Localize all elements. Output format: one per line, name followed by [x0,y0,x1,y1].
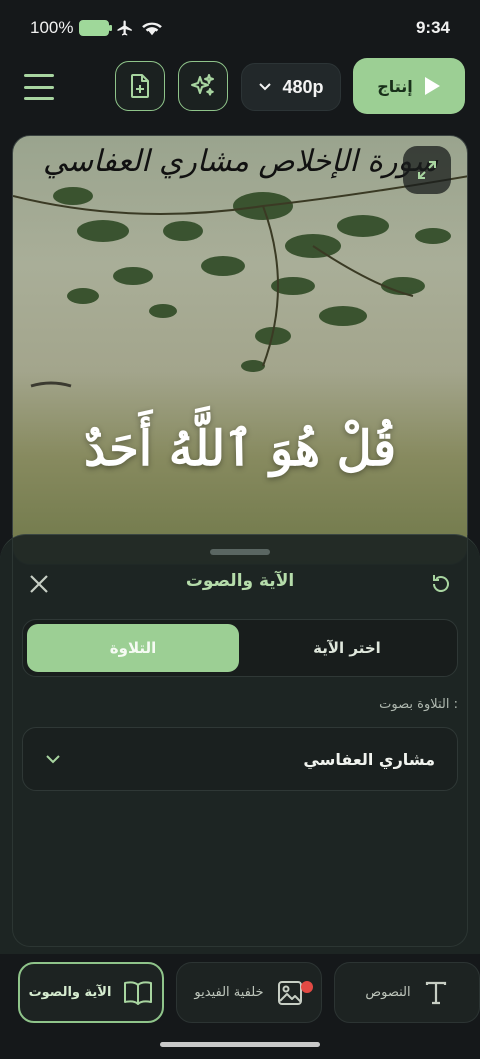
verse-audio-sheet: الآية والصوت التلاوة اختر الآية التلاوة … [0,534,480,954]
sheet-title: الآية والصوت [185,571,295,591]
reciter-label: التلاوة بصوت : [379,697,458,712]
tree-branches [13,175,467,388]
menu-button[interactable] [24,74,54,100]
play-icon [424,77,440,95]
verse-text: قُلْ هُوَ ٱللَّهُ أَحَدٌ [83,421,397,477]
image-icon [277,980,302,1005]
tab-recitation[interactable]: التلاوة [27,624,239,672]
resolution-value: 480p [282,76,324,97]
reciter-value: مشاري العفاسي [303,749,435,769]
nav-label-texts: النصوص [365,985,411,1000]
status-bar: 100% 9:34 [0,0,480,56]
video-preview: سورة الإخلاص مشاري العفاسي قُلْ هُوَ ٱلل… [12,135,468,565]
sparkle-icon [191,74,214,96]
reset-icon[interactable] [430,573,452,595]
battery-percent: 100% [30,18,74,37]
file-add-icon [131,74,149,98]
clock: 9:34 [415,18,450,37]
nav-verse-audio[interactable]: الآية والصوت [18,962,164,1023]
nav-video-background[interactable]: خلفية الفيديو [176,962,322,1023]
chevron-down-icon [259,83,272,91]
wifi-icon [142,22,163,36]
battery-icon [79,20,113,36]
expand-button[interactable] [403,146,451,194]
reciter-select[interactable]: مشاري العفاسي [22,727,458,791]
book-icon [124,980,153,1005]
resolution-select[interactable]: 480p [241,63,341,111]
surah-title: سورة الإخلاص مشاري العفاسي [43,144,439,179]
expand-icon [418,161,436,179]
produce-button[interactable]: إنتاج [353,58,465,114]
chevron-down-icon [46,755,60,764]
tab-switcher: التلاوة اختر الآية [22,619,458,677]
new-file-button[interactable] [115,61,165,111]
airplane-icon [117,20,133,36]
ai-sparkle-button[interactable] [178,61,228,111]
produce-label: إنتاج [377,76,413,96]
bottom-navigation: الآية والصوت خلفية الفيديو النصوص [0,954,480,1059]
nav-label-verse-audio: الآية والصوت [28,985,112,1000]
tab-choose-verse[interactable]: اختر الآية [241,624,453,672]
top-toolbar: 480p إنتاج [0,58,480,116]
notification-badge [301,981,313,993]
home-indicator[interactable] [160,1042,320,1047]
text-icon [425,981,446,1004]
drag-handle[interactable] [210,549,270,555]
nav-texts[interactable]: النصوص [334,962,480,1023]
nav-label-video-background: خلفية الفيديو [194,985,264,1000]
status-left: 100% [30,18,163,38]
